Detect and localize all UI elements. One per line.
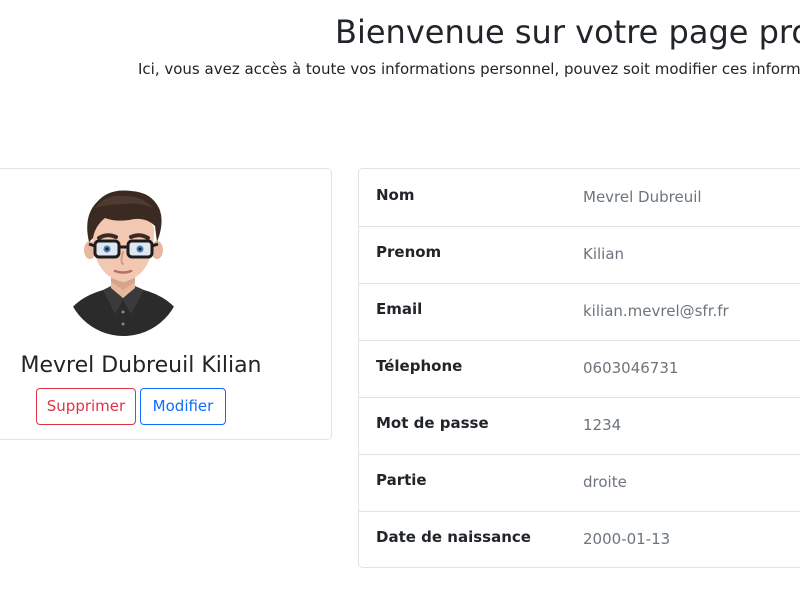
detail-row-birthdate: Date de naissance 2000-01-13 [359, 511, 800, 567]
detail-row-partie: Partie droite [359, 454, 800, 511]
detail-value: 2000-01-13 [583, 530, 671, 548]
page-title: Bienvenue sur votre page profil [335, 13, 800, 51]
profile-page: Bienvenue sur votre page profil Ici, vou… [0, 0, 800, 600]
detail-label: Date de naissance [376, 528, 531, 546]
detail-row-nom: Nom Mevrel Dubreuil [359, 169, 800, 226]
profile-details-card: Nom Mevrel Dubreuil Prenom Kilian Email … [358, 168, 800, 568]
detail-label: Email [376, 300, 423, 318]
profile-card: Mevrel Dubreuil Kilian Supprimer Modifie… [0, 168, 332, 440]
detail-value: Kilian [583, 245, 625, 263]
detail-label: Télephone [376, 357, 463, 375]
detail-row-telephone: Télephone 0603046731 [359, 340, 800, 397]
delete-button[interactable]: Supprimer [36, 388, 136, 425]
edit-button[interactable]: Modifier [140, 388, 226, 425]
detail-value: droite [583, 473, 627, 491]
detail-label: Nom [376, 186, 415, 204]
detail-label: Partie [376, 471, 427, 489]
detail-label: Prenom [376, 243, 442, 261]
detail-value: 1234 [583, 416, 622, 434]
detail-value: Mevrel Dubreuil [583, 188, 702, 206]
detail-value: kilian.mevrel@sfr.fr [583, 302, 729, 320]
detail-row-email: Email kilian.mevrel@sfr.fr [359, 283, 800, 340]
profile-name: Mevrel Dubreuil Kilian [20, 353, 262, 378]
page-subtitle: Ici, vous avez accès à toute vos informa… [138, 60, 800, 78]
user-avatar-icon [65, 186, 182, 336]
detail-label: Mot de passe [376, 414, 489, 432]
detail-value: 0603046731 [583, 359, 679, 377]
detail-row-password: Mot de passe 1234 [359, 397, 800, 454]
detail-row-prenom: Prenom Kilian [359, 226, 800, 283]
